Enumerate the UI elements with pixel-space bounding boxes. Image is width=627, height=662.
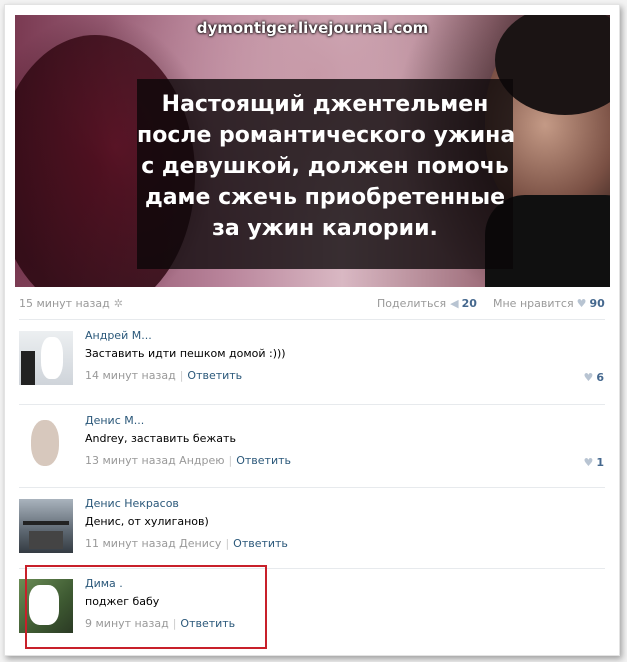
post-time-label: 15 минут назад [19,297,110,310]
caption-line: после романтического ужина [137,123,516,148]
avatar-shape [29,531,63,549]
share-label: Поделиться [377,297,447,310]
image-caption: Настоящий джентельмен после романтическо… [137,89,516,244]
comment-text: Andrey, заставить бежать [85,432,236,445]
divider [19,487,605,488]
heart-icon: ♥ [576,297,587,310]
comment-text: Заставить идти пешком домой :))) [85,347,286,360]
comment-meta: 11 минут назад Денису | Ответить [85,537,288,550]
separator: | [228,454,233,467]
gear-icon[interactable]: ✲ [114,297,123,310]
comment-author[interactable]: Денис Некрасов [85,497,179,510]
avatar-shape [31,420,59,466]
caption-line: Настоящий джентельмен [161,92,489,117]
reply-link[interactable]: Ответить [187,369,242,382]
caption-line: с девушкой, должен помочь [141,154,509,179]
like-count: 90 [589,297,605,310]
comment-like-button[interactable]: ♥ 1 [583,456,604,469]
comment-author[interactable]: Денис М... [85,414,144,427]
separator: | [179,369,184,382]
post-image[interactable]: dymontiger.livejournal.com Настоящий дже… [15,15,610,287]
post-meta-bar: 15 минут назад ✲ Поделиться ◀ 20 Мне нравит… [15,295,610,311]
image-watermark: dymontiger.livejournal.com [196,19,429,37]
comment-like-button[interactable]: ♥ 6 [583,371,604,384]
heart-icon: ♥ [583,371,594,384]
share-button[interactable]: Поделиться ◀ 20 [377,297,477,310]
avatar-redaction [41,337,63,379]
comment-time[interactable]: 14 минут назад [85,369,176,382]
heart-icon: ♥ [583,456,594,469]
highlight-box [25,565,267,649]
share-count: 20 [461,297,477,310]
comment-like-count: 1 [596,456,604,469]
comment-time[interactable]: 11 минут назад Денису [85,537,221,550]
reply-link[interactable]: Ответить [233,537,288,550]
comment-text: Денис, от хулиганов) [85,515,209,528]
like-button[interactable]: Мне нравится ♥ 90 [493,297,605,310]
like-label: Мне нравится [493,297,574,310]
comment-meta: 13 минут назад Андрею | Ответить [85,454,291,467]
post-time[interactable]: 15 минут назад ✲ [19,297,123,310]
avatar-shape [23,521,69,525]
separator: | [225,537,230,550]
divider [19,404,605,405]
comment-time[interactable]: 13 минут назад Андрею [85,454,225,467]
comment-item: Андрей М... Заставить идти пешком домой … [15,327,610,397]
comment-item: Денис Некрасов Денис, от хулиганов) 11 м… [15,495,610,565]
avatar-shape [21,351,35,385]
comment-like-count: 6 [596,371,604,384]
divider [19,319,605,320]
avatar[interactable] [19,499,73,553]
comment-author[interactable]: Андрей М... [85,329,152,342]
post-container: dymontiger.livejournal.com Настоящий дже… [4,4,620,656]
avatar[interactable] [19,416,73,470]
avatar[interactable] [19,331,73,385]
megaphone-icon: ◀ [450,297,459,310]
comment-item: Денис М... Andrey, заставить бежать 13 м… [15,412,610,482]
comment-meta: 14 минут назад | Ответить [85,369,242,382]
reply-link[interactable]: Ответить [236,454,291,467]
caption-line: даме сжечь приобретенные [144,185,506,210]
caption-line: за ужин калории. [212,216,438,241]
